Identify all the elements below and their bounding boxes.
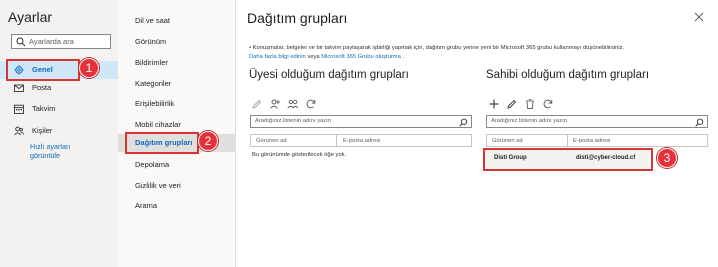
category-categories[interactable]: Kategoriler [118,75,236,93]
search-placeholder: Aradığınız listenin adını yazın [255,118,332,124]
search-icon[interactable] [695,118,704,127]
nav-item-people[interactable]: Kişiler [0,122,118,140]
description-text: ▪ Konuşmalar, belgeler ve bir takvim pay… [249,44,709,52]
category-notifications[interactable]: Bildirimler [118,54,236,72]
category-label: Arama [135,201,158,210]
category-label: Mobil cihazlar [135,120,181,129]
owner-toolbar [488,98,578,110]
category-accessibility[interactable]: Erişilebilirlik [118,95,236,113]
category-appearance[interactable]: Görünüm [118,33,236,51]
edit-icon[interactable] [251,98,263,110]
step-badge-3: 3 [657,148,677,168]
member-groups-title: Üyesi olduğum dağıtım grupları [249,69,409,81]
category-label: Görünüm [135,37,167,46]
column-display-name[interactable]: Görünen ad [492,138,523,144]
close-icon[interactable] [693,11,705,23]
edit-icon[interactable] [506,98,518,110]
add-icon[interactable] [488,98,500,110]
highlight-distribution-groups [125,132,199,154]
nav-item-label: Posta [32,83,52,92]
column-divider [336,135,337,146]
description-body: Konuşmalar, belgeler ve bir takvim payla… [252,45,625,51]
description-links: Daha fazla bilgi edinin veya Microsoft 3… [249,53,404,61]
join-group-icon[interactable] [269,98,281,110]
search-icon[interactable] [459,118,468,127]
owner-search-input[interactable]: Aradığınız listenin adını yazın [486,115,708,128]
settings-search-input[interactable]: Ayarlarda ara [11,34,111,49]
highlight-general [6,59,80,81]
group-members-icon[interactable] [287,98,299,110]
search-placeholder: Ayarlarda ara [29,37,74,46]
empty-message: Bu görünümde gösterilecek öğe yok. [252,152,347,158]
category-label: Depolama [135,160,170,169]
learn-more-link[interactable]: Daha fazla bilgi edinin [249,54,306,60]
step-badge-2: 2 [198,131,218,151]
category-label: Erişilebilirlik [135,99,175,108]
highlight-owned-group [483,148,653,171]
nav-item-calendar[interactable]: Takvim [0,100,118,118]
nav-item-label: Takvim [32,104,56,113]
refresh-icon[interactable] [305,98,317,110]
category-label: Dil ve saat [135,16,171,25]
owner-table-header: Görünen ad E-posta adresi [486,134,708,147]
step-badge-1: 1 [79,58,99,78]
create-group-link[interactable]: Microsoft 365 Grubu oluşturma [321,54,401,60]
distribution-groups-panel: Dağıtım grupları ▪ Konuşmalar, belgeler … [237,0,718,267]
nav-item-label: Kişiler [32,126,53,135]
member-table-header: Görünen ad E-posta adresi [250,134,472,147]
calendar-icon [14,104,24,114]
category-search[interactable]: Arama [118,197,236,215]
settings-title: Ayarlar [8,9,53,25]
category-label: Kategoriler [135,79,172,88]
column-divider [567,135,568,146]
connector-text: veya [307,54,320,60]
mail-icon [14,84,24,92]
category-storage[interactable]: Depolama [118,156,236,174]
category-label: Gizlilik ve veri [135,181,181,190]
people-icon [14,126,24,136]
column-display-name[interactable]: Görünen ad [256,138,287,144]
page-title: Dağıtım grupları [247,10,348,26]
member-search-input[interactable]: Aradığınız listenin adını yazın [250,115,472,128]
settings-nav: Ayarlar Ayarlarda ara Genel Posta Takvim… [0,0,118,267]
search-icon [16,37,26,47]
column-email[interactable]: E-posta adresi [573,138,610,144]
trailing-text: . [402,54,405,60]
category-language-time[interactable]: Dil ve saat [118,12,236,30]
nav-item-mail[interactable]: Posta [0,79,118,97]
owner-groups-title: Sahibi olduğum dağıtım grupları [486,69,650,81]
quick-settings-link[interactable]: Hızlı ayarları görüntüle [30,142,100,160]
category-privacy-data[interactable]: Gizlilik ve veri [118,177,236,195]
refresh-icon[interactable] [542,98,554,110]
category-label: Bildirimler [135,58,168,67]
column-email[interactable]: E-posta adresi [343,138,380,144]
delete-icon[interactable] [524,98,536,110]
member-toolbar [251,98,341,110]
search-placeholder: Aradığınız listenin adını yazın [491,118,568,124]
